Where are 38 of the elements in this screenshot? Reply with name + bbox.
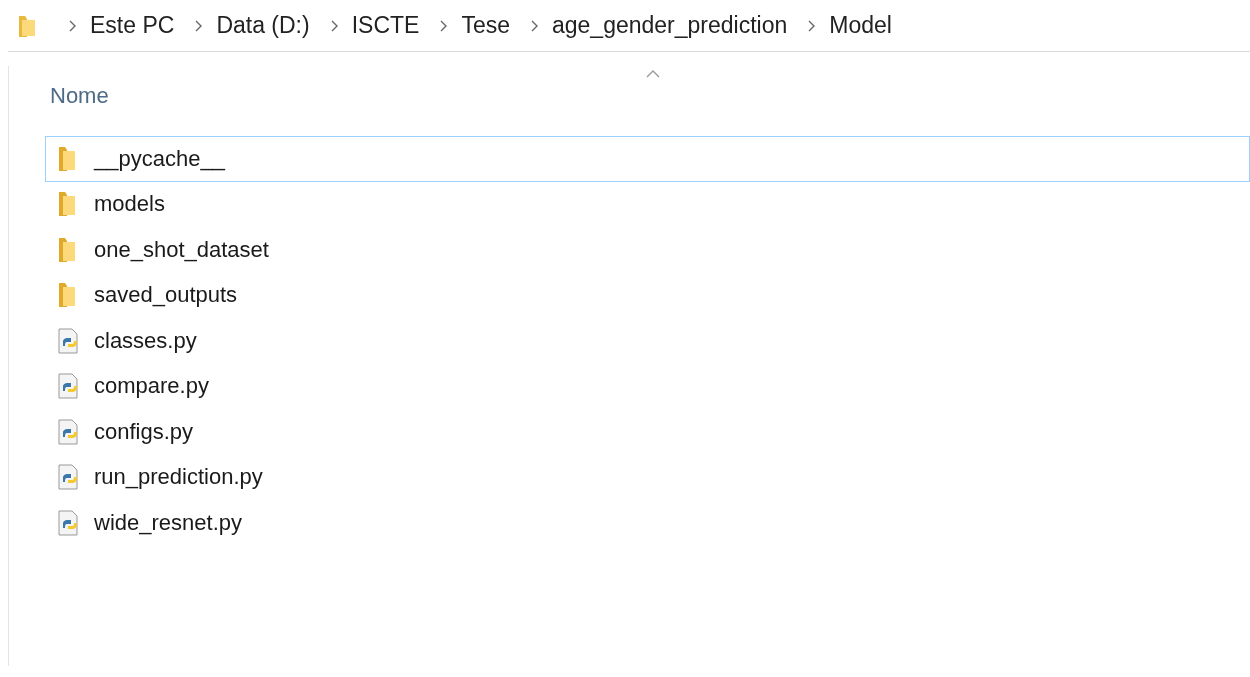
breadcrumb-item[interactable]: Este PC — [90, 12, 175, 39]
file-name: models — [94, 191, 165, 218]
file-name: __pycache__ — [94, 145, 225, 172]
file-row[interactable]: saved_outputs — [45, 272, 1250, 318]
python-file-icon — [58, 418, 80, 445]
file-row[interactable]: __pycache__ — [45, 136, 1250, 182]
file-row[interactable]: wide_resnet.py — [45, 500, 1250, 546]
file-name: one_shot_dataset — [94, 236, 269, 263]
chevron-icon — [439, 19, 448, 32]
file-row[interactable]: models — [45, 181, 1250, 227]
chevron-icon — [530, 19, 538, 32]
file-row[interactable]: configs.py — [45, 409, 1250, 455]
folder-icon — [18, 13, 36, 38]
breadcrumb-item[interactable]: age_gender_prediction — [552, 12, 788, 39]
file-name: configs.py — [94, 418, 194, 445]
breadcrumb-item[interactable]: Data (D:) — [216, 12, 310, 39]
breadcrumb-item[interactable]: Model — [829, 12, 892, 39]
file-row[interactable]: compare.py — [45, 363, 1250, 409]
file-row[interactable]: run_prediction.py — [45, 454, 1250, 500]
file-name: saved_outputs — [94, 282, 238, 309]
python-file-icon — [58, 509, 80, 536]
breadcrumb-item[interactable]: Tese — [461, 12, 510, 39]
file-name: run_prediction.py — [94, 464, 263, 491]
chevron-icon — [68, 19, 76, 32]
file-name: wide_resnet.py — [94, 509, 242, 536]
column-header[interactable]: Nome — [50, 83, 109, 109]
chevron-icon — [329, 19, 338, 32]
file-row[interactable]: classes.py — [45, 318, 1250, 364]
breadcrumb-item[interactable]: ISCTE — [351, 12, 420, 39]
chevron-icon — [194, 19, 203, 32]
address-bar[interactable]: Este PC Data (D:) ISCTE Tese age_gender_prediction Model — [8, 0, 1250, 52]
chevron-icon — [807, 19, 816, 32]
file-name: classes.py — [94, 327, 197, 354]
python-file-icon — [58, 373, 80, 400]
python-file-icon — [58, 327, 80, 354]
file-row[interactable]: one_shot_dataset — [45, 227, 1250, 273]
python-file-icon — [58, 464, 80, 491]
file-name: compare.py — [94, 373, 209, 400]
